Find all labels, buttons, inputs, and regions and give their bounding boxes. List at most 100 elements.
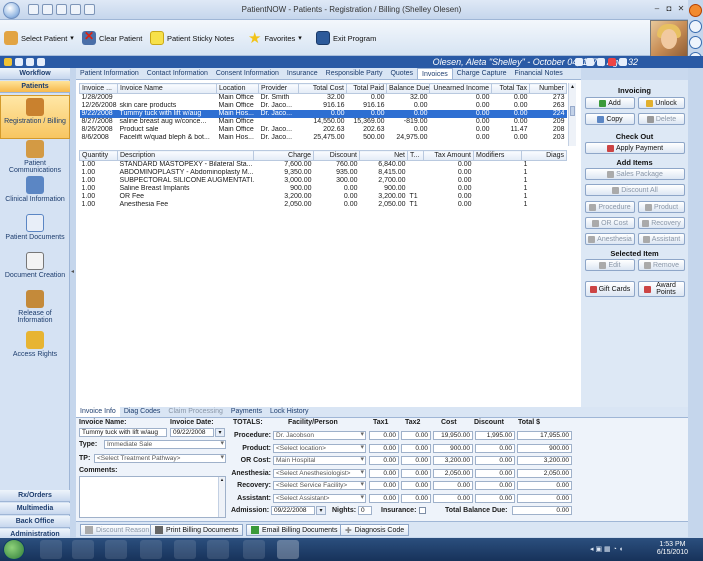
- date-picker-icon[interactable]: ▾: [215, 428, 225, 437]
- admission-date-field[interactable]: 09/22/2008: [271, 506, 315, 515]
- recovery-button[interactable]: Recovery: [638, 217, 685, 229]
- nav-patient-communications[interactable]: Patient Communications: [0, 140, 70, 178]
- tab-payments[interactable]: Payments: [227, 407, 266, 417]
- tab-patient-information[interactable]: Patient Information: [76, 68, 143, 79]
- invoices-scrollbar[interactable]: ▴: [568, 83, 576, 146]
- anesthesia-button[interactable]: Anesthesia: [585, 233, 635, 245]
- unlock-button[interactable]: Unlock: [638, 97, 685, 109]
- refresh-icon[interactable]: [689, 20, 702, 33]
- tab-quotes[interactable]: Quotes: [386, 68, 417, 79]
- medical-alert-icon[interactable]: [608, 58, 616, 66]
- date-picker-icon[interactable]: ▾: [316, 506, 326, 515]
- tab-consent-information[interactable]: Consent Information: [212, 68, 283, 79]
- or-cost-button[interactable]: OR Cost: [585, 217, 635, 229]
- flag-icon[interactable]: [26, 58, 34, 66]
- table-row[interactable]: 12/26/2008 skin care products Main Office D…: [80, 102, 567, 110]
- media-player-icon[interactable]: [105, 540, 127, 559]
- facility-person-select[interactable]: Dr. Jacobson: [273, 431, 366, 440]
- camera-icon[interactable]: [575, 58, 583, 66]
- treatment-pathway-select[interactable]: <Select Treatment Pathway>: [94, 454, 226, 463]
- messenger-icon[interactable]: [140, 540, 162, 559]
- table-row[interactable]: 9/22/2008 Tummy tuck with lift w/aug Main …: [79, 110, 567, 118]
- browser-icon[interactable]: [40, 540, 62, 559]
- collapse-arrow-icon[interactable]: ◂: [71, 268, 74, 275]
- comments-scrollbar[interactable]: ▴: [218, 477, 225, 517]
- note-icon[interactable]: [37, 58, 45, 66]
- photo-app-icon[interactable]: [174, 540, 196, 559]
- pen-icon[interactable]: [597, 58, 605, 66]
- sales-package-button[interactable]: Sales Package: [585, 168, 685, 180]
- tab-responsible-party[interactable]: Responsible Party: [322, 68, 387, 79]
- sticky-notes-button[interactable]: Patient Sticky Notes: [150, 28, 234, 48]
- nav-back-office[interactable]: Back Office: [0, 516, 70, 528]
- nav-patients[interactable]: Patients: [0, 81, 70, 93]
- procedure-button[interactable]: Procedure: [585, 201, 635, 213]
- chevron-down-icon[interactable]: ▾: [70, 34, 74, 42]
- tab-contact-information[interactable]: Contact Information: [143, 68, 212, 79]
- tab-invoices[interactable]: Invoices: [417, 68, 453, 79]
- table-row[interactable]: 1.00 SUBPECTORAL SILICONE AUGMENTATI... 3,…: [80, 177, 567, 185]
- nav-patient-documents[interactable]: Patient Documents: [0, 214, 70, 250]
- email-billing-button[interactable]: Email Billing Documents: [246, 524, 343, 536]
- assistant-button[interactable]: Assistant: [638, 233, 685, 245]
- patientnow-taskbar-icon[interactable]: [277, 540, 299, 559]
- table-row[interactable]: 1.00 Saline Breast Implants 900.00 0.00 900.…: [80, 185, 567, 193]
- picture-icon[interactable]: [619, 58, 627, 66]
- discount-all-button[interactable]: Discount All: [585, 184, 685, 196]
- star-icon[interactable]: [4, 58, 12, 66]
- scroll-up-icon[interactable]: ▴: [569, 83, 576, 90]
- discount-reason-button[interactable]: Discount Reason: [80, 524, 155, 536]
- table-row[interactable]: 8/27/2008 saline breast aug w/conce... Mai…: [80, 118, 567, 126]
- tab-financial-notes[interactable]: Financial Notes: [511, 68, 567, 79]
- copy-button[interactable]: Copy: [585, 113, 635, 125]
- comments-textarea[interactable]: ▴: [79, 476, 226, 518]
- nav-rx-orders[interactable]: Rx/Orders: [0, 490, 70, 502]
- tab-claim-processing[interactable]: Claim Processing: [164, 407, 226, 417]
- type-select[interactable]: Immediate Sale: [104, 440, 226, 449]
- table-row[interactable]: 8/26/2008 Product sale Main Office Dr. Jaco…: [80, 126, 567, 134]
- mail-icon[interactable]: [586, 58, 594, 66]
- tab-lock-history[interactable]: Lock History: [266, 407, 313, 417]
- insurance-checkbox[interactable]: [419, 507, 426, 514]
- start-button[interactable]: [3, 539, 25, 560]
- table-row[interactable]: 1.00 ABDOMINOPLASTY - Abdominoplasty M...…: [80, 169, 567, 177]
- delete-button[interactable]: Delete: [638, 113, 685, 125]
- tab-insurance[interactable]: Insurance: [283, 68, 322, 79]
- table-row[interactable]: 8/6/2008 Facelift w/quad bleph & bot... Ma…: [80, 134, 567, 142]
- facility-person-select[interactable]: <Select Assistant>: [273, 493, 366, 503]
- table-row[interactable]: 1/28/2009 Main Office Dr. Smith 32.00 0.00 32…: [80, 94, 567, 103]
- check-icon[interactable]: [15, 58, 23, 66]
- table-row[interactable]: 1.00 STANDARD MASTOPEXY - Bilateral Sta..…: [80, 161, 567, 170]
- exit-program-button[interactable]: Exit Program: [316, 28, 376, 48]
- tab-invoice-info[interactable]: Invoice Info: [76, 407, 120, 417]
- invoice-date-field[interactable]: 09/22/2008: [170, 428, 214, 437]
- award-points-button[interactable]: Award Points: [638, 281, 685, 297]
- nav-workflow[interactable]: Workflow: [0, 68, 70, 80]
- facility-person-select[interactable]: <Select Service Facility>: [273, 481, 366, 490]
- diagnosis-code-button[interactable]: ✚ Diagnosis Code: [340, 524, 410, 536]
- select-patient-button[interactable]: Select Patient ▾: [4, 28, 74, 48]
- maximize-button[interactable]: ◘: [664, 4, 674, 14]
- edit-button[interactable]: Edit: [585, 259, 635, 271]
- gift-cards-button[interactable]: Gift Cards: [585, 281, 635, 297]
- nav-access-rights[interactable]: Access Rights: [0, 331, 70, 361]
- tray-icons[interactable]: ◂ ▣ ▦ ◔ ◖: [590, 545, 623, 553]
- system-clock[interactable]: 1:53 PM 6/15/2010: [657, 541, 688, 557]
- table-row[interactable]: 1.00 OR Fee 3,200.00 0.00 3,200.00 T1 0.00 1: [80, 193, 567, 201]
- favorites-button[interactable]: ★ Favorites ▾: [248, 28, 302, 48]
- product-button[interactable]: Product: [638, 201, 685, 213]
- tab-diag-codes[interactable]: Diag Codes: [120, 407, 165, 417]
- nights-field[interactable]: 0: [358, 506, 372, 515]
- minimize-button[interactable]: –: [652, 4, 662, 14]
- facility-person-select[interactable]: <Select Anesthesiologist>: [273, 468, 366, 478]
- flower-app-icon[interactable]: [243, 540, 265, 559]
- nav-multimedia[interactable]: Multimedia: [0, 503, 70, 515]
- remove-button[interactable]: Remove: [638, 259, 685, 271]
- add-button[interactable]: Add: [585, 97, 635, 109]
- alert-icon[interactable]: [689, 4, 702, 17]
- clear-patient-button[interactable]: ✕ Clear Patient: [82, 28, 142, 48]
- invoice-name-field[interactable]: Tummy tuck with lift w/aug: [79, 428, 167, 437]
- scroll-thumb[interactable]: [570, 106, 575, 116]
- chevron-down-icon[interactable]: ▾: [298, 34, 302, 42]
- print-billing-button[interactable]: Print Billing Documents: [150, 524, 244, 536]
